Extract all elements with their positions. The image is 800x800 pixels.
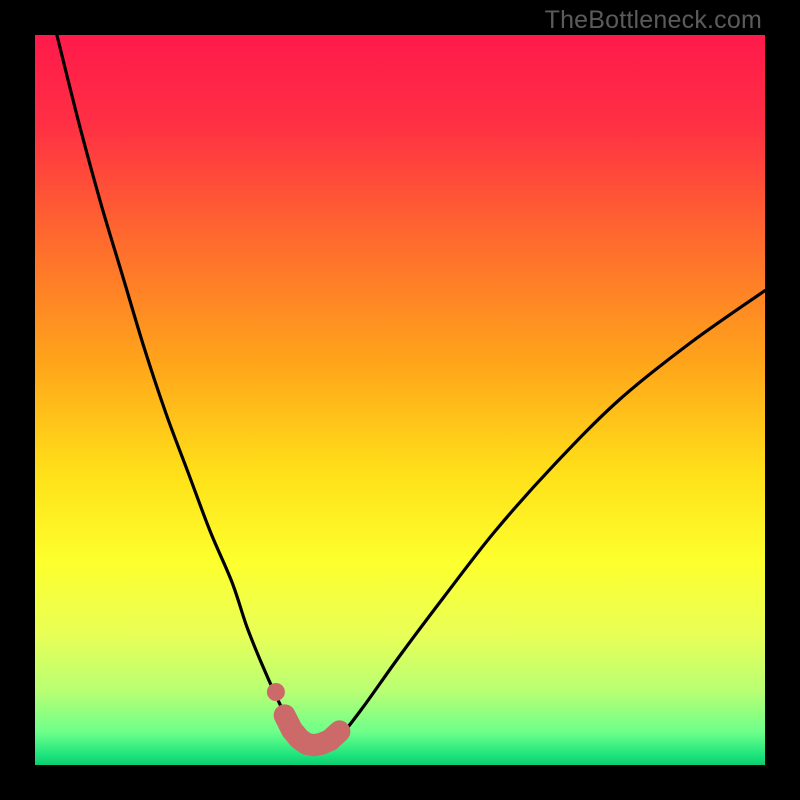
- optimal-range-dot: [267, 683, 285, 701]
- chart-frame: TheBottleneck.com: [0, 0, 800, 800]
- bottleneck-curve: [57, 35, 765, 745]
- optimal-range-band: [285, 715, 340, 745]
- plot-area: [35, 35, 765, 765]
- watermark-text: TheBottleneck.com: [545, 6, 762, 35]
- curve-layer: [35, 35, 765, 765]
